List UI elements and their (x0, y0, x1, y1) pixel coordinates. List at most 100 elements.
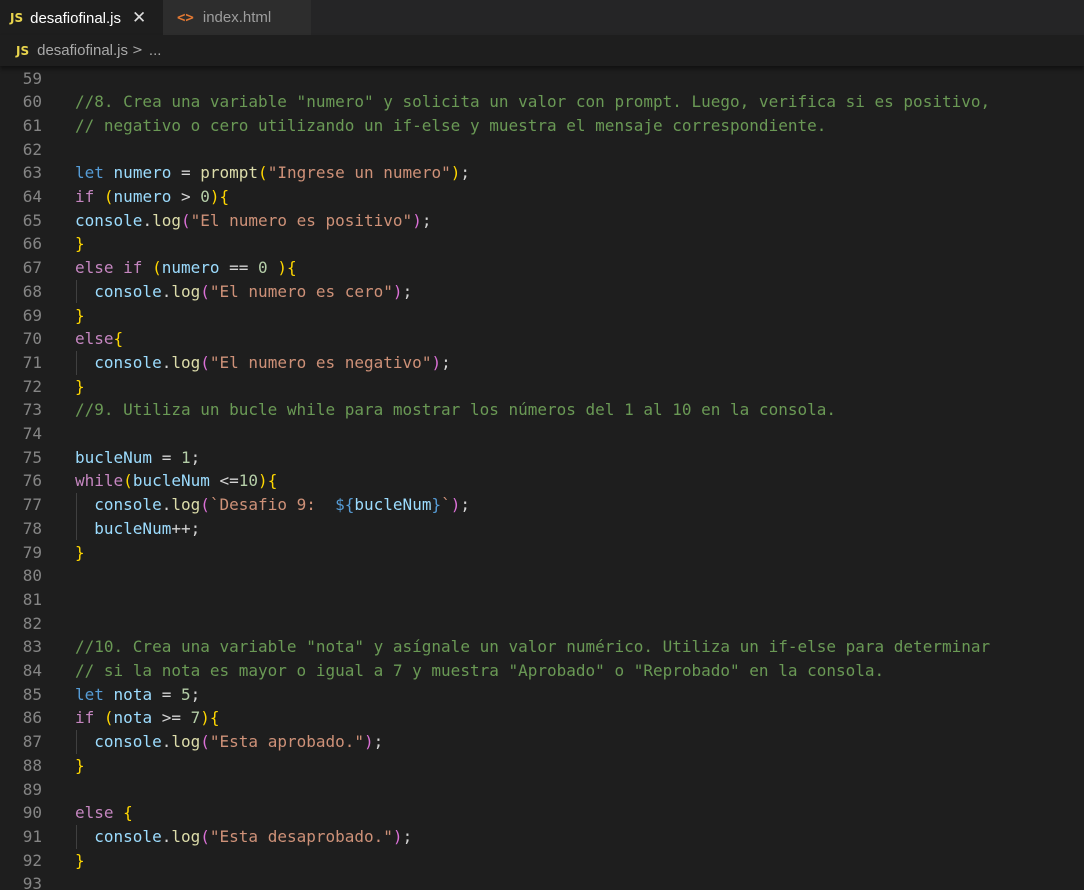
code-text: //9. Utiliza un bucle while para mostrar… (75, 398, 836, 422)
code-line[interactable]: 69} (0, 304, 1084, 328)
code-token: "Ingrese un numero" (267, 163, 451, 183)
breadcrumb-file[interactable]: desafiofinal.js (37, 42, 128, 59)
code-token: } (75, 234, 85, 254)
line-number: 79 (22, 542, 42, 562)
code-line[interactable]: 77 console.log(`Desafio 9: ${bucleNum}`)… (0, 493, 1084, 517)
indent-guide (76, 824, 77, 849)
code-token: ( (103, 708, 114, 728)
code-line[interactable]: 79} (0, 541, 1084, 565)
close-icon[interactable]: ✕ (132, 8, 146, 28)
code-token: ) (392, 826, 403, 846)
code-line[interactable]: 93 (0, 872, 1084, 890)
code-line[interactable]: 90 else { (0, 801, 1084, 825)
code-text: } (75, 754, 85, 778)
code-line[interactable]: 82 (0, 612, 1084, 636)
code-line[interactable]: 68 console.log("El numero es cero"); (0, 280, 1084, 304)
code-line[interactable]: 60 //8. Crea una variable "numero" y soli… (0, 90, 1084, 114)
code-token: ) (450, 495, 461, 515)
code-line[interactable]: 71 console.log("El numero es negativo"); (0, 351, 1084, 375)
line-number: 75 (22, 447, 42, 467)
code-text: if (nota >= 7){ (75, 706, 220, 730)
code-text: else if (numero == 0 ){ (75, 256, 297, 280)
indent-guide (76, 350, 77, 375)
indent-guide (76, 730, 77, 754)
code-token: ( (152, 258, 162, 278)
code-token: "Esta aprobado." (209, 732, 365, 752)
breadcrumb-more[interactable]: ... (149, 42, 162, 59)
code-token: . (161, 281, 172, 301)
code-token: ( (200, 495, 210, 515)
code-line[interactable]: 70 else{ (0, 327, 1084, 351)
code-line[interactable]: 88} (0, 754, 1084, 778)
tab-index-html[interactable]: <> index.html (163, 0, 312, 35)
code-line[interactable]: 80 (0, 564, 1084, 588)
line-number: 63 (22, 163, 42, 183)
line-number: 76 (22, 471, 42, 491)
code-token: prompt (200, 163, 259, 183)
code-line[interactable]: 63 let numero = prompt("Ingrese un numero… (0, 161, 1084, 185)
code-token: // si la nota es mayor o igual a 7 y mue… (75, 661, 885, 680)
code-token: ; (441, 352, 451, 372)
code-line[interactable]: 78 bucleNum++; (0, 517, 1084, 541)
code-token: ( (258, 163, 268, 183)
code-line[interactable]: 65 console.log("El numero es positivo"); (0, 209, 1084, 233)
code-token: = (171, 163, 201, 183)
code-editor[interactable]: 59 60 //8. Crea una variable "numero" y so… (0, 66, 1084, 890)
code-line[interactable]: 76 while(bucleNum <=10){ (0, 469, 1084, 493)
code-token: ; (460, 495, 471, 515)
code-token: "El numero es positivo" (190, 210, 413, 230)
code-line[interactable]: 64 if (numero > 0){ (0, 185, 1084, 209)
code-line[interactable]: 59 (0, 67, 1084, 91)
line-number: 84 (22, 661, 42, 680)
code-line[interactable]: 74 (0, 422, 1084, 446)
code-line[interactable]: 72} (0, 375, 1084, 399)
code-token: == (219, 258, 259, 278)
code-token: { (219, 187, 230, 206)
code-line[interactable]: 83 //10. Crea una variable "nota" y asígn… (0, 635, 1084, 659)
code-token: } (431, 495, 442, 515)
code-token: console (94, 352, 162, 372)
code-line[interactable]: 81 (0, 588, 1084, 612)
code-line[interactable]: 85 let nota = 5; (0, 683, 1084, 707)
code-line[interactable]: 73 //9. Utiliza un bucle while para mostr… (0, 398, 1084, 422)
code-line[interactable]: 89 (0, 778, 1084, 802)
line-number: 62 (22, 139, 42, 159)
code-token: ) (431, 352, 442, 372)
code-line[interactable]: 61 // negativo o cero utilizando un if-el… (0, 114, 1084, 138)
line-number: 74 (22, 424, 42, 443)
code-token: ${ (335, 495, 355, 515)
code-line[interactable]: 66} (0, 232, 1084, 256)
breadcrumb: JS desafiofinal.js > ... (0, 35, 1084, 66)
tab-label: desafiofinal.js (30, 9, 121, 27)
code-line[interactable]: 67 else if (numero == 0 ){ (0, 256, 1084, 280)
code-line[interactable]: 91 console.log("Esta desaprobado."); (0, 825, 1084, 849)
code-line[interactable]: 84 // si la nota es mayor o igual a 7 y m… (0, 659, 1084, 683)
code-line[interactable]: 87 console.log("Esta aprobado."); (0, 730, 1084, 754)
code-token: console (94, 826, 162, 846)
code-text: } (75, 375, 85, 399)
line-number: 93 (22, 874, 42, 890)
code-token: ( (200, 352, 210, 372)
code-token: > (171, 187, 201, 206)
line-number: 67 (22, 258, 42, 278)
code-line[interactable]: 92} (0, 849, 1084, 873)
code-token: ( (180, 210, 191, 230)
code-line[interactable]: 86 if (nota >= 7){ (0, 706, 1084, 730)
code-token: ) (258, 471, 268, 491)
code-token: ; (190, 684, 201, 704)
code-token: else (75, 803, 114, 823)
line-number: 85 (22, 684, 42, 704)
code-token: log (171, 281, 201, 301)
code-line[interactable]: 62 (0, 138, 1084, 162)
code-line[interactable]: 75 bucleNum = 1; (0, 446, 1084, 470)
code-text: bucleNum = 1; (75, 446, 200, 470)
code-token: numero (161, 258, 220, 278)
tab-desafiofinal-js[interactable]: JS desafiofinal.js ✕ (0, 0, 163, 35)
code-token: 1 (180, 447, 191, 467)
code-token: bucleNum (132, 471, 210, 491)
